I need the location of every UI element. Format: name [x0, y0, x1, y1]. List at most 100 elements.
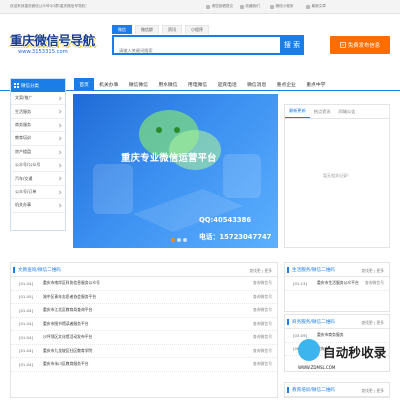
item-date: [01-04] — [19, 321, 33, 327]
nav-messages[interactable]: 微信消息 — [242, 78, 272, 91]
list-item[interactable]: [01-04] 沙坪坝区文化馆活动发布平台 查询微信号 — [11, 331, 277, 345]
section-title: 生活服务/微信二维码 查找更 | 更多 — [285, 263, 389, 277]
list-item[interactable]: [01-04] 重庆市永川区教育服务平台 查询微信号 — [11, 358, 277, 372]
list-item[interactable]: [01-04] 重庆市九龙坡区社区教育学院 查询微信号 — [11, 345, 277, 358]
search-tab-group[interactable]: 微信群 — [135, 25, 159, 34]
item-date: [01-05] — [19, 294, 33, 300]
nav-phone[interactable]: 迎宾电话 — [212, 78, 242, 91]
search-tabs: 微信 微信群 资讯 小程序 — [112, 25, 209, 34]
carousel-dot[interactable] — [183, 238, 187, 242]
sidebar-item-realestate[interactable]: 房产楼盘 — [11, 146, 65, 159]
item-title[interactable]: 重庆市图书馆读者服务平台 — [43, 321, 89, 327]
hero-banner[interactable]: 重庆专业微信运营平台 QQ:40543386 电话：15723047747 — [73, 94, 278, 248]
section-title: 文教查询/微信二维码 查找更 | 更多 — [11, 263, 277, 277]
item-date: [01-04] — [19, 307, 33, 313]
item-title[interactable]: 重庆市永川区教育服务平台 — [43, 361, 89, 367]
watermark-url: WWW.ZDMSL.COM — [298, 365, 336, 370]
carousel-dot[interactable] — [171, 238, 175, 242]
item-date: [01-04] — [19, 361, 33, 367]
more-link[interactable]: 查找更 | 更多 — [361, 268, 384, 274]
item-title[interactable]: 重庆市江北区教育局查询平台 — [43, 307, 92, 313]
sidebar-item-public[interactable]: 公众号/公众号 — [11, 159, 65, 173]
search-tab-wechat[interactable]: 微信 — [112, 25, 132, 34]
watermark-text: 自动秒收录 — [323, 345, 387, 360]
category-sidebar: 微信分类 文案/推广 生活服务 商务服务 教育培训 房产楼盘 公众号/公众号 汽… — [10, 78, 66, 231]
sidebar-item-life[interactable]: 生活服务 — [11, 105, 65, 119]
list-item[interactable]: [01-04] 重庆市南岸区科协信息服务公众号 查询微信号 — [11, 277, 277, 291]
nav-enterprise[interactable]: 重点企业 — [271, 78, 301, 91]
life-section: 生活服务/微信二维码 查找更 | 更多 [01-13] 重庆市生活服务公众平台 查询… — [284, 262, 390, 312]
sidebar-item-culture[interactable]: 文案/推广 — [11, 92, 65, 106]
edit-icon — [340, 42, 346, 48]
sidebar-item-orders[interactable]: 公众号/订单 — [11, 186, 65, 200]
logo-title: 重庆微信号导航 — [10, 33, 95, 48]
list-item[interactable]: [01-13] 重庆市生活服务公众平台 查询微信号 — [285, 277, 389, 291]
empty-message: 暂无相关记录！ — [323, 173, 351, 178]
grid-icon — [14, 83, 19, 88]
item-action[interactable]: 查询微信号 — [253, 321, 272, 327]
item-action[interactable]: 查询微信号 — [253, 348, 272, 354]
item-action[interactable]: 查询微信号 — [253, 334, 272, 340]
carousel-dot[interactable] — [177, 238, 181, 242]
watermark-logo-icon — [298, 339, 320, 361]
banner-title: 重庆专业微信运营平台 — [121, 153, 217, 164]
item-date: [01-04] — [19, 348, 33, 354]
sidebar-item-traffic[interactable]: 汽车/交通 — [11, 172, 65, 186]
tab-notice[interactable]: 同城公告 — [335, 105, 360, 118]
carousel-dots — [171, 238, 187, 242]
publish-button[interactable]: 免费发布信息 — [330, 36, 390, 54]
item-title[interactable]: 渝中区青年志愿者协会服务平台 — [43, 294, 96, 300]
item-title[interactable]: 重庆市生活服务公众平台 — [317, 280, 359, 286]
nav-items: 首页 机关办事 微信微信 用水微信 用电微信 迎宾电话 微信消息 重点企业 重点… — [74, 78, 331, 91]
search-tab-miniprogram[interactable]: 小程序 — [185, 25, 209, 34]
nav-home[interactable]: 首页 — [74, 78, 94, 91]
item-action[interactable]: 查询微信号 — [253, 294, 272, 300]
item-action[interactable]: 查询微信号 — [253, 361, 272, 367]
favorite-link[interactable]: 收藏我们 — [240, 4, 260, 9]
welcome-text: 欢迎来到重庆微信公众号QQ群/重庆微信号导航！ — [10, 4, 89, 8]
search-tab-news[interactable]: 资讯 — [162, 25, 182, 34]
item-action[interactable]: 查询微信号 — [365, 280, 384, 286]
item-title[interactable]: 重庆市九龙坡区社区教育学院 — [43, 348, 92, 354]
top-bar: 欢迎来到重庆微信公众号QQ群/重庆微信号导航！ 请您投稿提交 收藏我们 微信小程… — [0, 0, 400, 14]
sidebar-item-gov[interactable]: 机关办事 — [11, 199, 65, 213]
nav-school[interactable]: 重点中学 — [301, 78, 331, 91]
item-title[interactable]: 重庆市南岸区科协信息服务公众号 — [43, 280, 100, 286]
list-item[interactable]: [01-05] 渝中区青年志愿者协会服务平台 查询微信号 — [11, 291, 277, 304]
submit-link[interactable]: 请您投稿提交 — [206, 4, 233, 9]
more-link[interactable]: 查找更 | 更多 — [249, 268, 272, 274]
wechat-logo-icon — [93, 110, 261, 232]
list-item[interactable]: [01-04] 重庆市江北区教育局查询平台 查询微信号 — [11, 304, 277, 318]
tab-hot[interactable]: 热点资讯 — [310, 105, 335, 118]
news-tabs: 最新更新 热点资讯 同城公告 — [285, 105, 389, 119]
sidebar-item-business[interactable]: 商务服务 — [11, 119, 65, 133]
nav-gov[interactable]: 机关办事 — [94, 78, 124, 91]
nav-water[interactable]: 用水微信 — [153, 78, 183, 91]
item-date: [01-13] — [293, 280, 307, 286]
miniprogram-icon — [270, 4, 274, 9]
nav-power[interactable]: 用电微信 — [183, 78, 213, 91]
news-panel: 最新更新 热点资讯 同城公告 暂无相关记录！ — [284, 104, 390, 248]
star-icon — [240, 4, 244, 9]
item-action[interactable]: 查询微信号 — [253, 307, 272, 313]
nav-gas[interactable]: 微信微信 — [124, 78, 154, 91]
item-action[interactable]: 查询微信号 — [253, 280, 272, 286]
logo-url: www.3153315.com — [18, 49, 68, 55]
sidebar-item-education[interactable]: 教育培训 — [11, 132, 65, 146]
miniprogram-link[interactable]: 微信小程序 — [270, 4, 293, 9]
tab-latest[interactable]: 最新更新 — [285, 105, 310, 118]
list-item[interactable]: [01-04] 重庆市图书馆读者服务平台 查询微信号 — [11, 318, 277, 331]
latest-link[interactable]: 最新文章 — [306, 4, 326, 9]
more-link[interactable]: 查找更 | 更多 — [361, 320, 384, 326]
document-icon — [306, 4, 310, 9]
site-logo[interactable]: 重庆微信号导航 www.3153315.com — [10, 30, 95, 62]
sidebar-header: 微信分类 — [11, 79, 65, 92]
banner-phone: 电话：15723047747 — [199, 233, 272, 241]
banner-qq: QQ:40543386 — [199, 216, 252, 224]
search-input[interactable] — [114, 42, 280, 59]
search-button[interactable]: 搜 索 — [280, 35, 304, 55]
section-title: 商务服务/微信二维码 查找更 | 更多 — [285, 315, 389, 329]
culture-section: 文教查询/微信二维码 查找更 | 更多 [01-04] 重庆市南岸区科协信息服务公… — [10, 262, 278, 398]
watermark: 自动秒收录 WWW.ZDMSL.COM — [298, 335, 398, 390]
item-title[interactable]: 沙坪坝区文化馆活动发布平台 — [43, 334, 92, 340]
